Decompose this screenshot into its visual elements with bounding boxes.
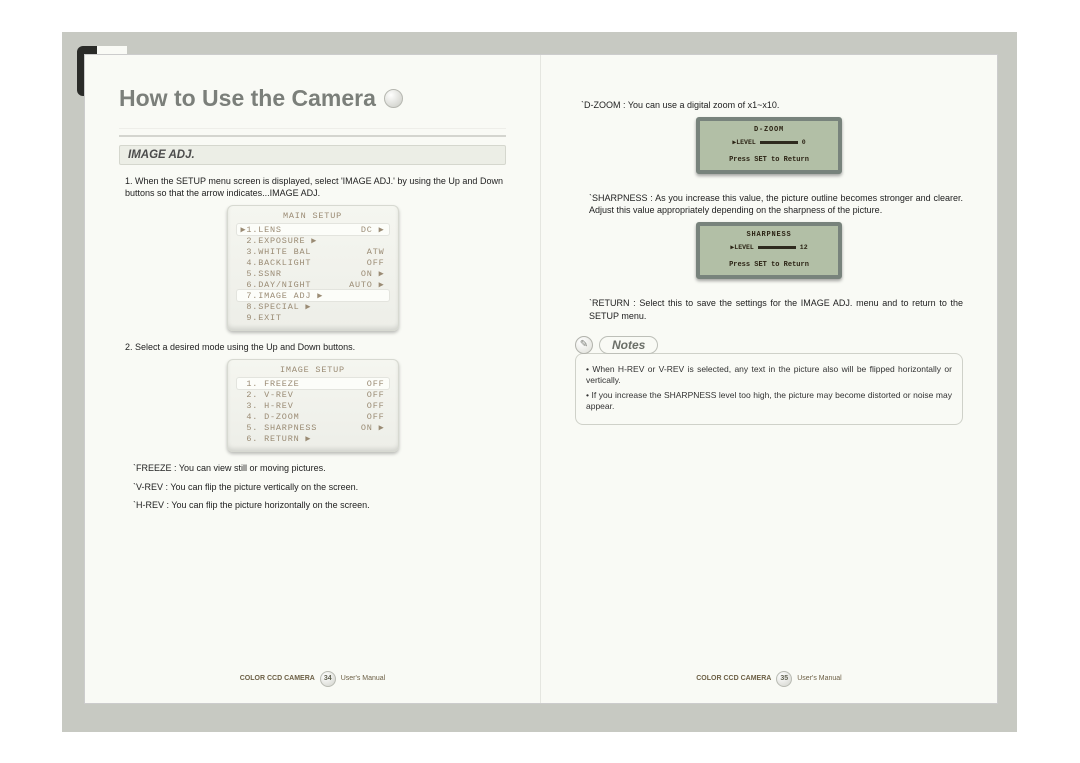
osd-row: 6. RETURN ▶ xyxy=(237,433,389,444)
osd-row: 3.WHITE BALATW xyxy=(237,246,389,257)
step-1-text: 1. When the SETUP menu screen is display… xyxy=(125,175,506,199)
osd-row: 6.DAY/NIGHTAUTO ▶ xyxy=(237,279,389,290)
osd-row: 4. D-ZOOMOFF xyxy=(237,411,389,422)
notes-box: • When H-REV or V-REV is selected, any t… xyxy=(575,353,963,425)
osd-row: ▶1.LENSDC ▶ xyxy=(237,224,389,235)
return-desc: `RETURN : Select this to save the settin… xyxy=(589,297,963,321)
level-bar xyxy=(760,141,798,144)
osd-row: 8.SPECIAL ▶ xyxy=(237,301,389,312)
page-canvas: How to Use the Camera IMAGE ADJ. 1. When… xyxy=(0,0,1080,763)
osd-title: IMAGE SETUP xyxy=(237,365,389,375)
step-2-text: 2. Select a desired mode using the Up an… xyxy=(125,341,506,353)
osd-row: 4.BACKLIGHTOFF xyxy=(237,257,389,268)
vrev-desc: `V-REV : You can flip the picture vertic… xyxy=(133,481,506,493)
hrev-desc: `H-REV : You can flip the picture horizo… xyxy=(133,499,506,511)
footer-left: COLOR CCD CAMERA 34 User's Manual xyxy=(85,671,540,687)
notes-label: Notes xyxy=(599,336,658,354)
page-number: 35 xyxy=(776,671,792,687)
title-text: How to Use the Camera xyxy=(119,85,376,112)
osd-row: 5. SHARPNESSON ▶ xyxy=(237,422,389,433)
note-item: • When H-REV or V-REV is selected, any t… xyxy=(586,364,952,387)
sharpness-osd: SHARPNESS ▶LEVEL 12 Press SET to Return xyxy=(696,222,842,279)
level-bar xyxy=(758,246,796,249)
section-subheader: IMAGE ADJ. xyxy=(119,145,506,165)
title-orb-icon xyxy=(384,89,403,108)
osd-row: 2. V-REVOFF xyxy=(237,389,389,400)
title-underline xyxy=(119,128,506,137)
osd-row: 5.SSNRON ▶ xyxy=(237,268,389,279)
image-setup-screen: IMAGE SETUP 1. FREEZEOFF 2. V-REVOFF 3. … xyxy=(227,359,399,452)
notes-icon: ✎ xyxy=(575,336,593,354)
osd-title: MAIN SETUP xyxy=(237,211,389,221)
page-number: 34 xyxy=(320,671,336,687)
osd-row: 2.EXPOSURE ▶ xyxy=(237,235,389,246)
page-title: How to Use the Camera xyxy=(119,85,506,118)
left-page: How to Use the Camera IMAGE ADJ. 1. When… xyxy=(85,55,541,703)
osd-row: 7.IMAGE ADJ ▶ xyxy=(237,290,389,301)
main-setup-screen: MAIN SETUP ▶1.LENSDC ▶ 2.EXPOSURE ▶ 3.WH… xyxy=(227,205,399,331)
notes-block: ✎ Notes • When H-REV or V-REV is selecte… xyxy=(575,336,963,425)
manual-spread: How to Use the Camera IMAGE ADJ. 1. When… xyxy=(84,54,998,704)
note-item: • If you increase the SHARPNESS level to… xyxy=(586,390,952,413)
dzoom-desc: `D-ZOOM : You can use a digital zoom of … xyxy=(581,99,963,111)
footer-right: COLOR CCD CAMERA 35 User's Manual xyxy=(541,671,997,687)
freeze-desc: `FREEZE : You can view still or moving p… xyxy=(133,462,506,474)
dzoom-osd: D-ZOOM ▶LEVEL 0 Press SET to Return xyxy=(696,117,842,174)
osd-row: 3. H-REVOFF xyxy=(237,400,389,411)
right-page: `D-ZOOM : You can use a digital zoom of … xyxy=(541,55,997,703)
osd-row: 1. FREEZEOFF xyxy=(237,378,389,389)
osd-row: 9.EXIT xyxy=(237,312,389,323)
sharpness-desc: `SHARPNESS : As you increase this value,… xyxy=(589,192,963,216)
